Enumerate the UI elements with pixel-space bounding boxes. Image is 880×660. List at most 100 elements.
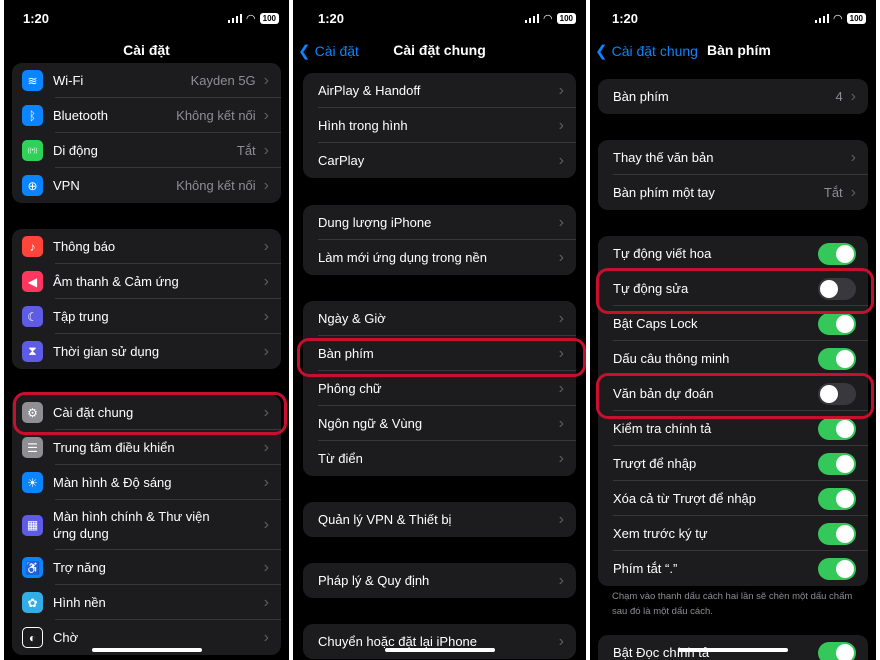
toggle-knob bbox=[820, 384, 838, 403]
toggle-knob bbox=[836, 489, 854, 508]
row-label: Ngày & Giờ bbox=[318, 311, 386, 326]
toggle-switch[interactable] bbox=[818, 557, 856, 580]
row-label: Bật Caps Lock bbox=[613, 316, 698, 331]
row-label: Chờ bbox=[53, 630, 79, 645]
settings-row-carplay[interactable]: CarPlay › bbox=[303, 143, 576, 178]
settings-row-ngon-ngu-vung[interactable]: Ngôn ngữ & Vùng › bbox=[303, 406, 576, 441]
row-value: Tắt bbox=[236, 143, 256, 158]
row-label: Bàn phím một tay bbox=[613, 185, 715, 200]
row-label: Wi-Fi bbox=[53, 73, 84, 88]
row-label: Phông chữ bbox=[318, 381, 382, 396]
notification-bell-icon: ♪ bbox=[22, 236, 43, 257]
bluetooth-icon: ᛒ bbox=[22, 105, 43, 126]
focus-moon-icon: ☾ bbox=[22, 306, 43, 327]
settings-row-cai-dat-chung[interactable]: ⚙ Cài đặt chung › bbox=[12, 395, 281, 430]
settings-group: AirPlay & Handoff › Hình trong hình › CarPla… bbox=[303, 73, 576, 178]
row-label: Hình nền bbox=[53, 595, 106, 610]
settings-row-vpn[interactable]: ⊕ VPN Không kết nối › bbox=[12, 168, 281, 203]
row-label: Thay thế văn bản bbox=[613, 150, 714, 165]
toggle-knob bbox=[836, 419, 854, 438]
status-time: 1:20 bbox=[318, 11, 345, 26]
settings-row-wi-fi[interactable]: ≋ Wi-Fi Kayden 5G › bbox=[12, 63, 281, 98]
row-label: Dung lượng iPhone bbox=[318, 215, 432, 230]
toggle-switch[interactable] bbox=[818, 382, 856, 405]
settings-group: ⚙ Cài đặt chung › ☰ Trung tâm điều khiển › ☀ Mà… bbox=[12, 395, 281, 655]
settings-row-di-dong[interactable]: ((•)) Di động Tắt › bbox=[12, 133, 281, 168]
chevron-right-icon: › bbox=[263, 237, 269, 255]
wifi-status-icon: ◠ bbox=[543, 13, 553, 25]
cellular-icon: ((•)) bbox=[22, 140, 43, 161]
row-label: Pháp lý & Quy định bbox=[318, 573, 430, 588]
toggle-switch[interactable] bbox=[818, 277, 856, 300]
general-settings-panel: 1:20 ◠ 100 ❮ Cài đặt Cài đặt chung AirPl… bbox=[293, 0, 586, 660]
row-label: Màn hình chính & Thư viện ứng dụng bbox=[53, 509, 210, 541]
row-label: VPN bbox=[53, 178, 80, 193]
settings-row-dung-luong-iphone[interactable]: Dung lượng iPhone › bbox=[303, 205, 576, 240]
settings-row-ban-phim[interactable]: Bàn phím 4 › bbox=[598, 79, 868, 114]
chevron-right-icon: › bbox=[263, 307, 269, 325]
row-label: Cài đặt chung bbox=[53, 405, 134, 420]
settings-row-thoi-gian-su-dung[interactable]: ⧗ Thời gian sử dụng › bbox=[12, 334, 281, 369]
back-button[interactable]: ❮ Cài đặt chung bbox=[595, 42, 698, 60]
settings-row-kiem-tra-chinh-ta: Kiểm tra chính tả bbox=[598, 411, 868, 446]
chevron-right-icon: › bbox=[558, 309, 564, 327]
settings-row-tu-dien[interactable]: Từ điển › bbox=[303, 441, 576, 476]
toggle-switch[interactable] bbox=[818, 522, 856, 545]
chevron-right-icon: › bbox=[558, 344, 564, 362]
wifi-icon: ≋ bbox=[22, 70, 43, 91]
settings-row-tro-nang[interactable]: ♿ Trợ năng › bbox=[12, 550, 281, 585]
settings-row-am-thanh-cam-ung[interactable]: ◀ Âm thanh & Cảm ứng › bbox=[12, 264, 281, 299]
cellular-signal-icon bbox=[814, 14, 830, 23]
vpn-icon: ⊕ bbox=[22, 175, 43, 196]
row-label: Tự động viết hoa bbox=[613, 246, 712, 261]
chevron-right-icon: › bbox=[263, 516, 269, 533]
settings-row-xem-truoc-ky-tu: Xem trước ký tự bbox=[598, 516, 868, 551]
toggle-switch[interactable] bbox=[818, 347, 856, 370]
settings-row-ngay-gio[interactable]: Ngày & Giờ › bbox=[303, 301, 576, 336]
settings-row-hinh-nen[interactable]: ✿ Hình nền › bbox=[12, 585, 281, 620]
toggle-switch[interactable] bbox=[818, 312, 856, 335]
toggle-switch[interactable] bbox=[818, 452, 856, 475]
chevron-left-icon: ❮ bbox=[595, 43, 608, 60]
toggle-switch[interactable] bbox=[818, 242, 856, 265]
toggle-knob bbox=[836, 524, 854, 543]
settings-row-tap-trung[interactable]: ☾ Tập trung › bbox=[12, 299, 281, 334]
status-bar: 1:20 ◠ 100 bbox=[4, 0, 289, 34]
chevron-right-icon: › bbox=[558, 571, 564, 589]
settings-row-phap-ly-quy-dinh[interactable]: Pháp lý & Quy định › bbox=[303, 563, 576, 598]
row-label: Màn hình & Độ sáng bbox=[53, 475, 172, 490]
chevron-right-icon: › bbox=[263, 628, 269, 646]
chevron-right-icon: › bbox=[850, 148, 856, 166]
settings-row-trung-tam-dieu-khien[interactable]: ☰ Trung tâm điều khiển › bbox=[12, 430, 281, 465]
row-label: Bàn phím bbox=[613, 89, 669, 104]
chevron-right-icon: › bbox=[263, 558, 269, 576]
settings-panel: 1:20 ◠ 100 Cài đặt ≋ Wi-Fi Kayden 5G › ᛒ Blue… bbox=[4, 0, 289, 660]
toggle-switch[interactable] bbox=[818, 641, 856, 660]
settings-row-quan-ly-vpn-thiet-bi[interactable]: Quản lý VPN & Thiết bị › bbox=[303, 502, 576, 537]
row-label: Thông báo bbox=[53, 239, 116, 254]
settings-row-bluetooth[interactable]: ᛒ Bluetooth Không kết nối › bbox=[12, 98, 281, 133]
row-label: Văn bản dự đoán bbox=[613, 386, 714, 401]
row-label: Ngôn ngữ & Vùng bbox=[318, 416, 423, 431]
settings-row-airplay-handoff[interactable]: AirPlay & Handoff › bbox=[303, 73, 576, 108]
settings-group: Chuyển hoặc đặt lại iPhone › bbox=[303, 624, 576, 659]
chevron-right-icon: › bbox=[558, 632, 564, 650]
settings-row-chuyen-hoac-dat-lai-iphone[interactable]: Chuyển hoặc đặt lại iPhone › bbox=[303, 624, 576, 659]
settings-row-ban-phim-mot-tay[interactable]: Bàn phím một tay Tắt › bbox=[598, 175, 868, 210]
row-label: Tập trung bbox=[53, 309, 109, 324]
wallpaper-flower-icon: ✿ bbox=[22, 592, 43, 613]
settings-row-ban-phim[interactable]: Bàn phím › bbox=[303, 336, 576, 371]
toggle-switch[interactable] bbox=[818, 487, 856, 510]
brightness-sun-icon: ☀ bbox=[22, 472, 43, 493]
toggle-switch[interactable] bbox=[818, 417, 856, 440]
settings-row-man-hinh-do-sang[interactable]: ☀ Màn hình & Độ sáng › bbox=[12, 465, 281, 500]
settings-row-lam-moi-ung-dung-trong-nen[interactable]: Làm mới ứng dụng trong nền › bbox=[303, 240, 576, 275]
chevron-right-icon: › bbox=[558, 510, 564, 528]
settings-row-thay-the-van-ban[interactable]: Thay thế văn bản › bbox=[598, 140, 868, 175]
settings-row-man-hinh-chinh-thu-vien-ung-dung[interactable]: ▦ Màn hình chính & Thư viện ứng dụng › bbox=[12, 500, 281, 550]
settings-row-thong-bao[interactable]: ♪ Thông báo › bbox=[12, 229, 281, 264]
settings-row-phong-chu[interactable]: Phông chữ › bbox=[303, 371, 576, 406]
home-indicator bbox=[91, 648, 202, 652]
chevron-right-icon: › bbox=[558, 248, 564, 266]
settings-row-hinh-trong-hinh[interactable]: Hình trong hình › bbox=[303, 108, 576, 143]
